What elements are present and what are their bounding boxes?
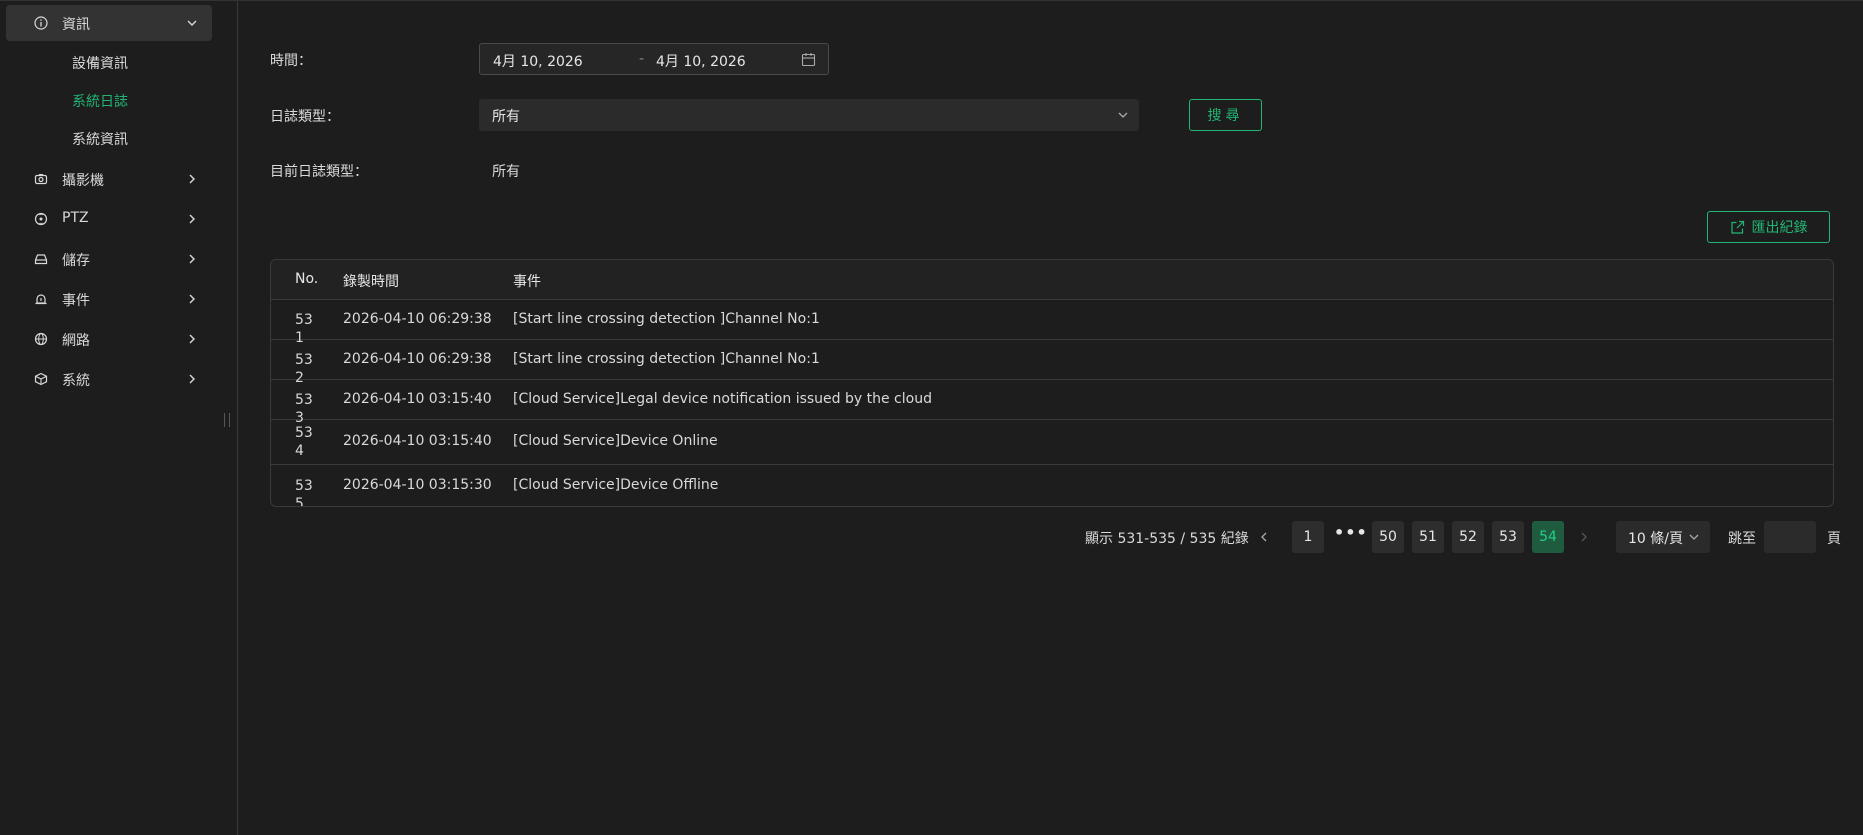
date-range-picker[interactable]: 4月 10, 2026 - 4月 10, 2026 xyxy=(479,43,829,75)
cube-icon xyxy=(34,372,48,386)
search-button[interactable]: 搜尋 xyxy=(1189,99,1262,131)
chevron-right-icon xyxy=(189,294,195,304)
ptz-icon xyxy=(34,212,48,226)
camera-icon xyxy=(34,174,48,185)
log-type-label: 日誌類型： xyxy=(270,109,340,125)
sidebar-resize-handle[interactable] xyxy=(224,413,230,427)
table-row: 535 2026-04-10 03:15:30 [Cloud Service]D… xyxy=(271,465,1833,507)
sidebar-subitem-device-info[interactable]: 設備資訊 xyxy=(72,53,128,73)
log-type-value: 所有 xyxy=(492,109,520,125)
sidebar-item-network[interactable]: 網路 xyxy=(6,321,212,357)
chevron-down-icon xyxy=(1689,534,1699,540)
row-event: [Cloud Service]Device Online xyxy=(513,433,718,449)
column-header-time: 錄製時間 xyxy=(343,274,399,290)
row-no: 535 xyxy=(295,478,313,507)
storage-icon xyxy=(34,254,48,265)
chevron-right-icon xyxy=(189,254,195,264)
table-header: No. 錄製時間 事件 xyxy=(271,260,1833,300)
table-row: 533 2026-04-10 03:15:40 [Cloud Service]L… xyxy=(271,380,1833,426)
page-button-1[interactable]: 1 xyxy=(1292,521,1324,553)
calendar-icon[interactable] xyxy=(801,52,816,67)
sidebar-item-label: 儲存 xyxy=(62,253,90,269)
main-content: 時間： 4月 10, 2026 - 4月 10, 2026 日誌類型： 所有 搜… xyxy=(239,1,1863,835)
app-window: 資訊 設備資訊 系統日誌 系統資訊 攝影機 PTZ 儲存 事件 網路 系統 時間… xyxy=(0,0,1863,835)
current-log-type-label: 目前日誌類型： xyxy=(270,164,368,180)
export-records-label: 匯出紀錄 xyxy=(1751,220,1808,236)
page-unit-label: 頁 xyxy=(1827,531,1841,547)
row-no: 534 xyxy=(295,425,313,459)
page-button-54[interactable]: 54 xyxy=(1532,521,1564,553)
page-button-50[interactable]: 50 xyxy=(1372,521,1404,553)
current-log-type-value: 所有 xyxy=(492,164,520,180)
chevron-down-icon xyxy=(1118,112,1128,118)
page-button-52[interactable]: 52 xyxy=(1452,521,1484,553)
chevron-right-icon xyxy=(189,214,195,224)
time-label: 時間： xyxy=(270,53,312,69)
page-size-select[interactable]: 10 條/頁 xyxy=(1616,521,1710,553)
sidebar-item-label: 系統 xyxy=(62,373,90,389)
sidebar-item-label: 網路 xyxy=(62,333,90,349)
chevron-right-icon xyxy=(189,374,195,384)
column-header-event: 事件 xyxy=(513,274,541,290)
row-event: [Cloud Service]Device Offline xyxy=(513,477,719,493)
sidebar-item-camera[interactable]: 攝影機 xyxy=(6,161,212,197)
export-records-button[interactable]: 匯出紀錄 xyxy=(1707,211,1830,243)
sidebar-item-system[interactable]: 系統 xyxy=(6,361,212,397)
row-event: [Cloud Service]Legal device notification… xyxy=(513,391,932,407)
row-event: [Start line crossing detection ]Channel … xyxy=(513,351,820,367)
sidebar-item-info[interactable]: 資訊 xyxy=(6,5,212,41)
row-time: 2026-04-10 03:15:40 xyxy=(343,391,492,407)
info-icon xyxy=(34,16,48,30)
external-link-icon xyxy=(1730,220,1744,234)
page-ellipsis[interactable]: ••• xyxy=(1334,523,1368,542)
log-table: No. 錄製時間 事件 531 2026-04-10 06:29:38 [Sta… xyxy=(270,259,1834,507)
sidebar-item-label: 攝影機 xyxy=(62,173,104,189)
sidebar: 資訊 設備資訊 系統日誌 系統資訊 攝影機 PTZ 儲存 事件 網路 系統 xyxy=(0,1,238,835)
sidebar-item-ptz[interactable]: PTZ xyxy=(6,201,212,237)
sidebar-item-label: 資訊 xyxy=(62,17,90,33)
sidebar-item-label: PTZ xyxy=(62,210,89,226)
table-row: 534 2026-04-10 03:15:40 [Cloud Service]D… xyxy=(271,420,1833,465)
prev-page-icon[interactable] xyxy=(1258,531,1270,543)
log-type-select[interactable]: 所有 xyxy=(479,99,1139,131)
sidebar-item-event[interactable]: 事件 xyxy=(6,281,212,317)
date-end[interactable]: 4月 10, 2026 xyxy=(656,51,746,71)
chevron-right-icon xyxy=(189,174,195,184)
table-row: 532 2026-04-10 06:29:38 [Start line cros… xyxy=(271,340,1833,386)
jump-to-page-input[interactable] xyxy=(1764,521,1816,553)
date-start[interactable]: 4月 10, 2026 xyxy=(493,51,583,71)
page-button-51[interactable]: 51 xyxy=(1412,521,1444,553)
page-button-53[interactable]: 53 xyxy=(1492,521,1524,553)
row-time: 2026-04-10 03:15:40 xyxy=(343,433,492,449)
sidebar-subitem-system-info[interactable]: 系統資訊 xyxy=(72,129,128,149)
table-row: 531 2026-04-10 06:29:38 [Start line cros… xyxy=(271,300,1833,346)
page-size-value: 10 條/頁 xyxy=(1628,531,1683,547)
row-time: 2026-04-10 06:29:38 xyxy=(343,351,492,367)
jump-to-label: 跳至 xyxy=(1728,531,1756,547)
sidebar-item-label: 事件 xyxy=(62,293,90,309)
chevron-right-icon xyxy=(189,334,195,344)
pagination-summary: 顯示 531-535 / 535 紀錄 xyxy=(1085,531,1249,547)
chevron-down-icon xyxy=(187,20,197,26)
row-event: [Start line crossing detection ]Channel … xyxy=(513,311,820,327)
globe-icon xyxy=(34,332,48,346)
row-time: 2026-04-10 06:29:38 xyxy=(343,311,492,327)
sidebar-subitem-system-log[interactable]: 系統日誌 xyxy=(72,91,128,111)
date-separator: - xyxy=(639,51,645,67)
alarm-icon xyxy=(35,294,47,305)
column-header-no: No. xyxy=(295,271,319,287)
sidebar-item-storage[interactable]: 儲存 xyxy=(6,241,212,277)
row-time: 2026-04-10 03:15:30 xyxy=(343,477,492,493)
next-page-icon[interactable] xyxy=(1578,531,1590,543)
